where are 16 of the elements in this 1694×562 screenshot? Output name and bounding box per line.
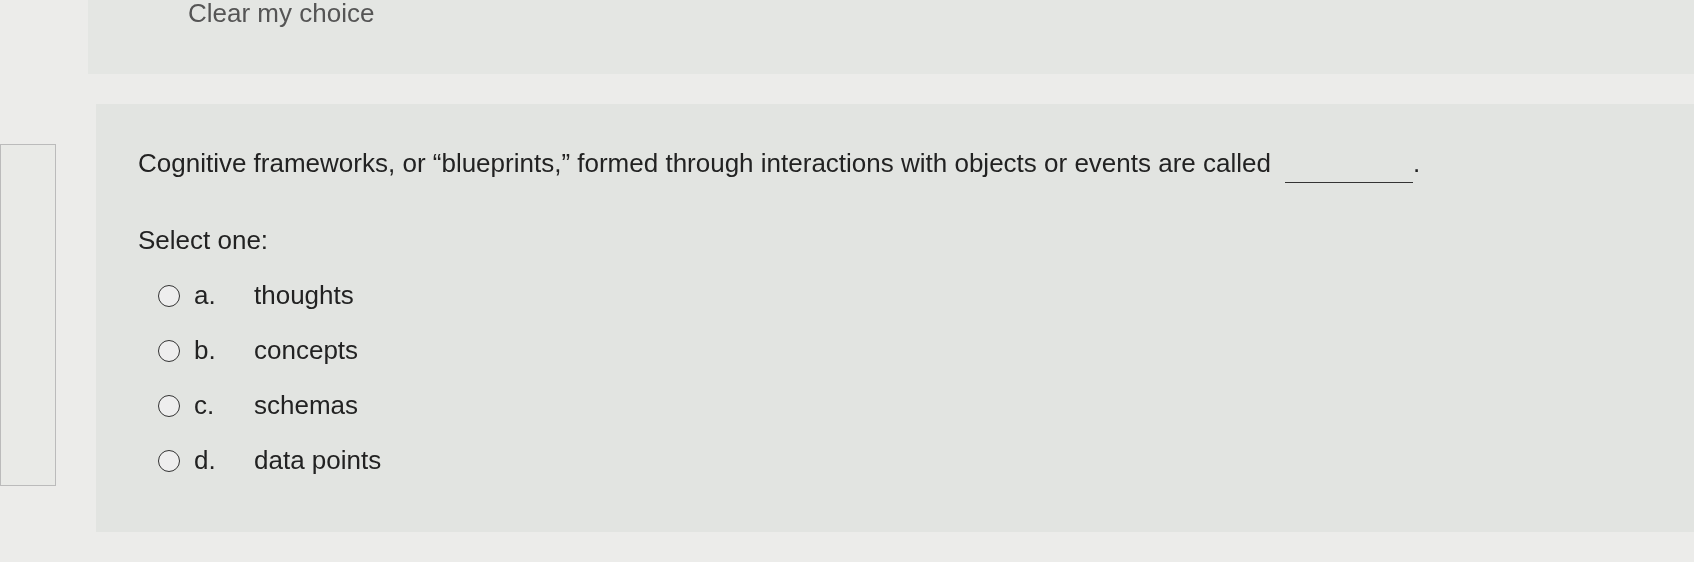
- option-letter: c.: [194, 389, 216, 422]
- clear-choice-link[interactable]: Clear my choice: [188, 0, 375, 33]
- period: .: [1412, 147, 1421, 180]
- option-label[interactable]: schemas: [254, 386, 359, 425]
- radio-button[interactable]: [158, 394, 180, 417]
- select-prompt: Select one:: [138, 224, 270, 257]
- radio-button[interactable]: [158, 339, 180, 362]
- option-letter: d.: [194, 444, 217, 477]
- option-letter: a.: [194, 279, 217, 312]
- option-letter: b.: [194, 334, 217, 367]
- option-label[interactable]: concepts: [254, 331, 359, 370]
- option-label[interactable]: thoughts: [254, 276, 354, 315]
- option-label[interactable]: data points: [254, 441, 382, 480]
- question-text: Cognitive frameworks, or “blueprints,” formed through interactions with objects or events are called: [138, 147, 1271, 180]
- radio-button[interactable]: [158, 284, 180, 307]
- radio-button[interactable]: [158, 449, 180, 472]
